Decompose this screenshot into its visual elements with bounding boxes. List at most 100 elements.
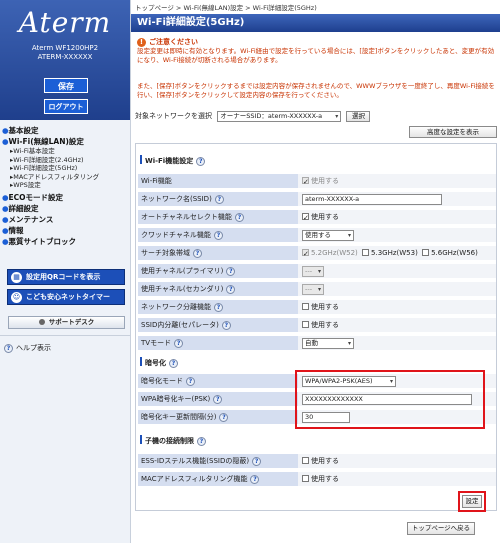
checkbox-label: 5.3GHz(W53) — [371, 249, 418, 257]
nav-wifi-detail-5[interactable]: ▸Wi-Fi詳細設定(5GHz) — [2, 164, 130, 173]
ssid-separator-checkbox[interactable] — [302, 321, 309, 328]
auto-channel-checkbox[interactable] — [302, 211, 309, 226]
help-link[interactable]: ? ヘルプ表示 — [4, 343, 51, 353]
nav-wps[interactable]: ▸WPS設定 — [2, 181, 130, 190]
row-value: 使用する — [298, 300, 496, 314]
nav-basic-settings[interactable]: ●基本設定 — [2, 125, 130, 136]
row-label-text: サーチ対象帯域 — [141, 249, 190, 257]
section-child-limit: 子機の接続制限? — [136, 434, 496, 448]
row-value: 使用する — [298, 174, 496, 190]
help-icon[interactable]: ? — [252, 456, 262, 466]
row-label: オートチャネルセレクト機能? — [138, 210, 298, 224]
help-icon[interactable]: ? — [234, 212, 244, 222]
row-stealth: ESS-IDステルス機能(SSIDの隠蔽)? 使用する — [138, 454, 496, 469]
help-icon[interactable]: ? — [193, 248, 202, 258]
support-desk-button[interactable]: サポートデスク — [8, 316, 125, 329]
help-icon[interactable]: ? — [169, 358, 178, 368]
mac-filter-checkbox[interactable] — [302, 475, 309, 482]
help-icon[interactable]: ? — [221, 320, 231, 330]
row-secondary-channel: 使用チャネル(セカンダリ)? --- ▾ — [138, 282, 496, 297]
row-label: 使用チャネル(プライマリ)? — [138, 264, 298, 278]
nav-detail-settings[interactable]: ●詳細設定 — [2, 203, 130, 214]
nav-wifi-basic[interactable]: ▸Wi-Fi基本設定 — [2, 147, 130, 156]
row-value: 自動 ▾ — [298, 336, 496, 350]
help-icon[interactable]: ? — [250, 474, 260, 484]
target-network-label: 対象ネットワークを選択 — [135, 112, 212, 120]
help-icon[interactable]: ? — [196, 156, 206, 166]
secondary-channel-select: --- ▾ — [302, 283, 324, 295]
help-icon[interactable]: ? — [213, 230, 223, 240]
save-button[interactable]: 保存 — [44, 78, 88, 93]
nav-info[interactable]: ●情報 — [2, 225, 130, 236]
row-mac-filter: MACアドレスフィルタリング機能? 使用する — [138, 472, 496, 487]
row-label: ESS-IDステルス機能(SSIDの隠蔽)? — [138, 454, 298, 468]
row-label: 使用チャネル(セカンダリ)? — [138, 282, 298, 296]
kid-timer-button[interactable]: ☺ こども安心ネットタイマー — [7, 289, 125, 305]
row-label: SSID内分離(セパレータ)? — [138, 318, 298, 332]
show-advanced-button[interactable]: 高度な設定を表示 — [409, 126, 497, 138]
help-icon[interactable]: ? — [226, 284, 236, 294]
nav-label: Wi-Fi詳細設定(5GHz) — [13, 164, 78, 172]
row-label: ネットワーク名(SSID)? — [138, 192, 298, 206]
nav-wifi-detail-24[interactable]: ▸Wi-Fi詳細設定(2.4GHz) — [2, 156, 130, 165]
checkbox-label: 使用する — [311, 321, 339, 329]
qr-code-button[interactable]: ▦ 設定用QRコードを表示 — [7, 269, 125, 285]
nav-eco-mode[interactable]: ●ECOモード設定 — [2, 192, 130, 203]
band-w53-checkbox[interactable] — [362, 249, 370, 256]
help-icon[interactable]: ? — [213, 394, 223, 404]
breadcrumb: トップページ > Wi-Fi(無線LAN)設定 > Wi-Fi詳細設定(5GHz… — [135, 4, 317, 12]
row-label: TVモード? — [138, 336, 298, 350]
row-label: WPA暗号化キー(PSK)? — [138, 392, 298, 406]
target-network-select[interactable]: オーナーSSID：aterm-XXXXXX-a ▾ — [217, 110, 342, 122]
help-icon[interactable]: ? — [197, 436, 206, 446]
row-label-text: ネットワーク分離機能 — [141, 303, 211, 311]
nav-malware-block[interactable]: ●悪質サイトブロック — [2, 236, 130, 247]
back-to-top-button[interactable]: トップページへ戻る — [407, 522, 475, 535]
checkbox-label: 使用する — [311, 177, 339, 185]
device-id: ATERM-XXXXXX — [37, 53, 93, 61]
chevron-down-icon: ▾ — [347, 339, 351, 347]
notice-title-text: ご注意ください — [149, 38, 198, 46]
nav-maintenance[interactable]: ●メンテナンス — [2, 214, 130, 225]
row-value: 使用する — [298, 210, 496, 226]
nav-mac-filter[interactable]: ▸MACアドレスフィルタリング — [2, 173, 130, 182]
select-network-button[interactable]: 選択 — [346, 110, 371, 122]
nav-label: Wi-Fi(無線LAN)設定 — [8, 137, 84, 146]
quad-channel-select[interactable]: 使用する ▾ — [302, 229, 354, 241]
checkbox-label: 使用する — [311, 303, 339, 311]
help-icon[interactable]: ? — [226, 266, 236, 276]
band-w56-checkbox[interactable] — [422, 249, 430, 256]
stealth-checkbox[interactable] — [302, 457, 309, 464]
checkbox-label: 5.2GHz(W52) — [311, 249, 358, 257]
help-icon[interactable]: ? — [174, 338, 184, 348]
notice-text-2: また、[保存]ボタンをクリックするまでは設定内容が保存されませんので、WWWブラ… — [137, 82, 495, 99]
tv-mode-select[interactable]: 自動 ▾ — [302, 337, 354, 349]
warning-icon: ! — [137, 38, 146, 47]
row-label-text: 使用チャネル(プライマリ) — [141, 267, 224, 275]
help-icon[interactable]: ? — [214, 302, 223, 312]
logout-button[interactable]: ログアウト — [44, 99, 88, 114]
device-model: Aterm WF1200HP2 ATERM-XXXXXX — [0, 44, 130, 62]
help-icon[interactable]: ? — [214, 194, 224, 204]
nav-label: MACアドレスフィルタリング — [13, 172, 100, 181]
row-label: ネットワーク分離機能? — [138, 300, 298, 314]
sidebar: Aterm Aterm WF1200HP2 ATERM-XXXXXX 保存 ログ… — [0, 0, 131, 543]
apply-button[interactable]: 設定 — [462, 495, 482, 508]
qr-code-icon: ▦ — [11, 272, 22, 283]
nav-wifi-settings[interactable]: ●Wi-Fi(無線LAN)設定 — [2, 136, 130, 147]
settings-panel: Wi-Fi機能設定? Wi-Fi機能 使用する ネットワーク名(SSID)? a… — [135, 143, 497, 511]
row-label-text: オートチャネルセレクト機能 — [141, 213, 232, 221]
help-icon[interactable]: ? — [219, 412, 229, 422]
target-network-value: オーナーSSID：aterm-XXXXXX-a — [220, 111, 323, 120]
nav-label: 詳細設定 — [8, 203, 39, 213]
network-separator-checkbox[interactable] — [302, 303, 309, 310]
sidebar-divider — [0, 335, 131, 336]
row-primary-channel: 使用チャネル(プライマリ)? --- ▾ — [138, 264, 496, 279]
row-label: MACアドレスフィルタリング機能? — [138, 472, 298, 486]
help-icon[interactable]: ? — [186, 376, 195, 386]
target-network-row: 対象ネットワークを選択 オーナーSSID：aterm-XXXXXX-a ▾ 選択 — [135, 110, 371, 122]
section-title: Wi-Fi機能設定 — [145, 157, 194, 165]
main-content: トップページ > Wi-Fi(無線LAN)設定 > Wi-Fi詳細設定(5GHz… — [131, 0, 500, 543]
ssid-input[interactable]: aterm-XXXXXX-a — [302, 193, 442, 205]
row-label-text: 暗号化キー更新間隔(分) — [141, 413, 217, 421]
